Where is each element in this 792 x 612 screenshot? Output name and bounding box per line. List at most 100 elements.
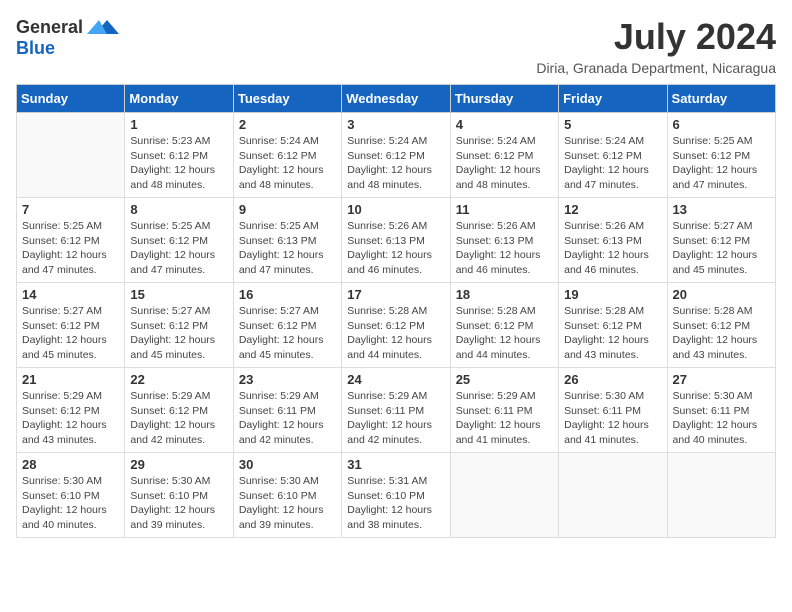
- page-header: General Blue July 2024 Diria, Granada De…: [16, 16, 776, 76]
- calendar-cell: 30Sunrise: 5:30 AMSunset: 6:10 PMDayligh…: [233, 453, 341, 538]
- day-number: 7: [22, 202, 119, 217]
- day-number: 28: [22, 457, 119, 472]
- calendar-cell: 19 Sunrise: 5:28 AMSunset: 6:12 PMDayligh…: [559, 283, 667, 368]
- calendar-cell: 8 Sunrise: 5:25 AMSunset: 6:12 PMDaylight…: [125, 198, 233, 283]
- calendar-cell: 1 Sunrise: 5:23 AMSunset: 6:12 PMDaylight…: [125, 113, 233, 198]
- day-info: Sunrise: 5:24 AMSunset: 6:12 PMDaylight:…: [347, 134, 444, 193]
- day-number: 11: [456, 202, 553, 217]
- day-number: 30: [239, 457, 336, 472]
- day-number: 12: [564, 202, 661, 217]
- day-info: Sunrise: 5:28 AMSunset: 6:12 PMDaylight:…: [347, 304, 444, 363]
- day-info: Sunrise: 5:29 AMSunset: 6:11 PMDaylight:…: [456, 389, 553, 448]
- day-info: Sunrise: 5:30 AMSunset: 6:11 PMDaylight:…: [673, 389, 770, 448]
- day-number: 9: [239, 202, 336, 217]
- calendar-cell: 20 Sunrise: 5:28 AMSunset: 6:12 PMDayligh…: [667, 283, 775, 368]
- logo-blue-text: Blue: [16, 38, 55, 59]
- calendar-cell: 24Sunrise: 5:29 AMSunset: 6:11 PMDayligh…: [342, 368, 450, 453]
- logo-icon: [87, 16, 119, 38]
- day-info: Sunrise: 5:30 AMSunset: 6:10 PMDaylight:…: [130, 474, 227, 533]
- day-number: 13: [673, 202, 770, 217]
- day-info: Sunrise: 5:26 AMSunset: 6:13 PMDaylight:…: [347, 219, 444, 278]
- calendar-cell: 10 Sunrise: 5:26 AMSunset: 6:13 PMDayligh…: [342, 198, 450, 283]
- day-info: Sunrise: 5:23 AMSunset: 6:12 PMDaylight:…: [130, 134, 227, 193]
- calendar-cell: 21 Sunrise: 5:29 AMSunset: 6:12 PMDayligh…: [17, 368, 125, 453]
- day-info: Sunrise: 5:27 AMSunset: 6:12 PMDaylight:…: [673, 219, 770, 278]
- day-number: 20: [673, 287, 770, 302]
- calendar-cell: 4 Sunrise: 5:24 AMSunset: 6:12 PMDaylight…: [450, 113, 558, 198]
- header-monday: Monday: [125, 85, 233, 113]
- day-number: 17: [347, 287, 444, 302]
- calendar-cell: 3 Sunrise: 5:24 AMSunset: 6:12 PMDaylight…: [342, 113, 450, 198]
- day-number: 22: [130, 372, 227, 387]
- day-number: 24: [347, 372, 444, 387]
- day-number: 3: [347, 117, 444, 132]
- calendar-cell: 5 Sunrise: 5:24 AMSunset: 6:12 PMDaylight…: [559, 113, 667, 198]
- day-number: 1: [130, 117, 227, 132]
- day-number: 10: [347, 202, 444, 217]
- day-number: 29: [130, 457, 227, 472]
- day-info: Sunrise: 5:24 AMSunset: 6:12 PMDaylight:…: [456, 134, 553, 193]
- calendar-cell: 6Sunrise: 5:25 AMSunset: 6:12 PMDaylight…: [667, 113, 775, 198]
- day-info: Sunrise: 5:27 AMSunset: 6:12 PMDaylight:…: [22, 304, 119, 363]
- day-number: 21: [22, 372, 119, 387]
- calendar-cell: [450, 453, 558, 538]
- header-sunday: Sunday: [17, 85, 125, 113]
- week-row-3: 14 Sunrise: 5:27 AMSunset: 6:12 PMDayligh…: [17, 283, 776, 368]
- calendar-cell: 12 Sunrise: 5:26 AMSunset: 6:13 PMDayligh…: [559, 198, 667, 283]
- header-thursday: Thursday: [450, 85, 558, 113]
- calendar-cell: 31Sunrise: 5:31 AMSunset: 6:10 PMDayligh…: [342, 453, 450, 538]
- calendar-cell: 25 Sunrise: 5:29 AMSunset: 6:11 PMDayligh…: [450, 368, 558, 453]
- day-number: 14: [22, 287, 119, 302]
- day-info: Sunrise: 5:26 AMSunset: 6:13 PMDaylight:…: [564, 219, 661, 278]
- title-area: July 2024 Diria, Granada Department, Nic…: [536, 16, 776, 76]
- calendar-cell: 29 Sunrise: 5:30 AMSunset: 6:10 PMDayligh…: [125, 453, 233, 538]
- calendar-cell: 13 Sunrise: 5:27 AMSunset: 6:12 PMDayligh…: [667, 198, 775, 283]
- day-number: 18: [456, 287, 553, 302]
- calendar-cell: 27 Sunrise: 5:30 AMSunset: 6:11 PMDayligh…: [667, 368, 775, 453]
- week-row-2: 7 Sunrise: 5:25 AMSunset: 6:12 PMDaylight…: [17, 198, 776, 283]
- day-number: 6: [673, 117, 770, 132]
- day-number: 16: [239, 287, 336, 302]
- calendar-cell: 18Sunrise: 5:28 AMSunset: 6:12 PMDayligh…: [450, 283, 558, 368]
- header-saturday: Saturday: [667, 85, 775, 113]
- day-info: Sunrise: 5:28 AMSunset: 6:12 PMDaylight:…: [564, 304, 661, 363]
- day-info: Sunrise: 5:27 AMSunset: 6:12 PMDaylight:…: [130, 304, 227, 363]
- location-subtitle: Diria, Granada Department, Nicaragua: [536, 60, 776, 76]
- week-row-1: 1 Sunrise: 5:23 AMSunset: 6:12 PMDaylight…: [17, 113, 776, 198]
- day-info: Sunrise: 5:25 AMSunset: 6:12 PMDaylight:…: [130, 219, 227, 278]
- calendar-cell: 2 Sunrise: 5:24 AMSunset: 6:12 PMDaylight…: [233, 113, 341, 198]
- calendar-cell: [559, 453, 667, 538]
- header-wednesday: Wednesday: [342, 85, 450, 113]
- calendar-cell: 7 Sunrise: 5:25 AMSunset: 6:12 PMDaylight…: [17, 198, 125, 283]
- logo-general-text: General: [16, 17, 83, 38]
- day-info: Sunrise: 5:31 AMSunset: 6:10 PMDaylight:…: [347, 474, 444, 533]
- day-info: Sunrise: 5:24 AMSunset: 6:12 PMDaylight:…: [564, 134, 661, 193]
- calendar-header-row: Sunday Monday Tuesday Wednesday Thursday…: [17, 85, 776, 113]
- calendar-cell: 23 Sunrise: 5:29 AMSunset: 6:11 PMDayligh…: [233, 368, 341, 453]
- calendar-cell: 9Sunrise: 5:25 AMSunset: 6:13 PMDaylight…: [233, 198, 341, 283]
- day-number: 5: [564, 117, 661, 132]
- calendar-cell: 15 Sunrise: 5:27 AMSunset: 6:12 PMDayligh…: [125, 283, 233, 368]
- calendar-cell: 11Sunrise: 5:26 AMSunset: 6:13 PMDayligh…: [450, 198, 558, 283]
- day-number: 15: [130, 287, 227, 302]
- day-number: 4: [456, 117, 553, 132]
- day-info: Sunrise: 5:25 AMSunset: 6:12 PMDaylight:…: [22, 219, 119, 278]
- calendar-cell: 28 Sunrise: 5:30 AMSunset: 6:10 PMDayligh…: [17, 453, 125, 538]
- calendar-cell: 14 Sunrise: 5:27 AMSunset: 6:12 PMDayligh…: [17, 283, 125, 368]
- header-tuesday: Tuesday: [233, 85, 341, 113]
- day-info: Sunrise: 5:29 AMSunset: 6:12 PMDaylight:…: [22, 389, 119, 448]
- logo: General Blue: [16, 16, 119, 59]
- day-number: 8: [130, 202, 227, 217]
- day-number: 25: [456, 372, 553, 387]
- day-info: Sunrise: 5:29 AMSunset: 6:11 PMDaylight:…: [239, 389, 336, 448]
- header-friday: Friday: [559, 85, 667, 113]
- day-info: Sunrise: 5:30 AMSunset: 6:11 PMDaylight:…: [564, 389, 661, 448]
- day-number: 23: [239, 372, 336, 387]
- day-number: 19: [564, 287, 661, 302]
- day-info: Sunrise: 5:24 AMSunset: 6:12 PMDaylight:…: [239, 134, 336, 193]
- day-info: Sunrise: 5:30 AMSunset: 6:10 PMDaylight:…: [22, 474, 119, 533]
- day-info: Sunrise: 5:28 AMSunset: 6:12 PMDaylight:…: [673, 304, 770, 363]
- day-number: 2: [239, 117, 336, 132]
- day-number: 27: [673, 372, 770, 387]
- week-row-5: 28 Sunrise: 5:30 AMSunset: 6:10 PMDayligh…: [17, 453, 776, 538]
